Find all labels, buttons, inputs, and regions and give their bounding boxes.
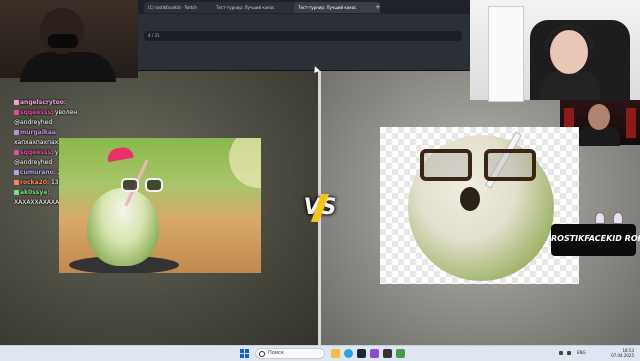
- chat-text: уволен: [54, 109, 78, 116]
- address-bar[interactable]: 4 / 31: [144, 31, 462, 41]
- chat-colon: :: [47, 189, 50, 196]
- browser-window: (1) rostikfacekid - Twitch Тест-турнир: …: [138, 0, 470, 71]
- chat-message: sqqeesss: уволен: [14, 108, 154, 118]
- chat-badge-icon: [14, 190, 19, 195]
- tab-coconut-1[interactable]: Тест-турнир: Лучший кокос: [212, 2, 298, 13]
- tab-label: Тест-турнир: Лучший кокос: [216, 5, 275, 10]
- chat-colon: :: [55, 129, 59, 136]
- chat-username[interactable]: murgalkaa: [20, 129, 56, 136]
- chat-message: murgalkaa:: [14, 128, 154, 138]
- chat-username[interactable]: sqqeesss: [20, 109, 51, 116]
- chat-badge-icon: [14, 100, 19, 105]
- chat-badge-icon: [14, 180, 19, 185]
- chat-username[interactable]: rocka20: [20, 179, 47, 186]
- chat-username[interactable]: sqqeesss: [20, 149, 51, 156]
- glasses-icon: [420, 149, 540, 181]
- left-image-sun: [229, 138, 261, 188]
- chat-message: angelscrytoo:: [14, 98, 154, 108]
- windows-start-icon[interactable]: [240, 349, 249, 358]
- tab-coconut-2[interactable]: Тест-турнир: Лучший кокос: [294, 2, 380, 13]
- chat-badge-icon: [14, 150, 19, 155]
- chat-username[interactable]: ak0ssya: [20, 189, 47, 196]
- left-image-lens: [145, 178, 163, 192]
- system-tray: ENG 18:53 07.04.2025: [555, 346, 640, 361]
- clock-date: 07.04.2025: [611, 353, 634, 358]
- left-image-coconut: [87, 188, 159, 266]
- webcam-right-shirt: [540, 72, 600, 100]
- left-image-lens: [121, 178, 139, 192]
- tab-twitch[interactable]: (1) rostikfacekid - Twitch: [144, 2, 214, 13]
- webcam-left-mask: [48, 34, 78, 48]
- chat-text: @andreyhed: [14, 119, 53, 126]
- avatar: [595, 212, 605, 224]
- search-placeholder: Поиск: [268, 350, 284, 356]
- badge-avatars: [591, 212, 631, 224]
- right-coconut-image[interactable]: [380, 127, 579, 284]
- browser-icon[interactable]: [344, 349, 353, 358]
- umbrella-icon: [106, 145, 134, 163]
- chat-badge-icon: [14, 130, 19, 135]
- chat-text: @andreyhed: [14, 159, 53, 166]
- language-indicator[interactable]: ENG: [577, 350, 586, 355]
- right-image-lens: [484, 149, 536, 181]
- versus-label: VS: [298, 192, 342, 224]
- taskbar-search[interactable]: Поиск: [255, 348, 325, 359]
- right-image-lens: [420, 149, 472, 181]
- chat-badge-icon: [14, 110, 19, 115]
- new-tab-button[interactable]: +: [375, 2, 381, 13]
- right-image-mouth: [460, 187, 480, 211]
- app-icon[interactable]: [396, 349, 405, 358]
- webcam-left: [0, 0, 138, 82]
- webcam-small-person: [588, 104, 610, 130]
- webcam-left-body: [20, 52, 116, 82]
- chat-colon: :: [63, 99, 66, 106]
- tab-label: (1) rostikfacekid - Twitch: [148, 5, 197, 10]
- webcam-right: [470, 0, 640, 102]
- file-explorer-icon[interactable]: [331, 349, 340, 358]
- chat-badge-icon: [14, 170, 19, 175]
- chevron-up-icon[interactable]: [559, 351, 563, 355]
- network-icon[interactable]: [567, 351, 571, 355]
- tab-bar: (1) rostikfacekid - Twitch Тест-турнир: …: [138, 0, 470, 14]
- webcam-right-door: [488, 6, 524, 102]
- avatar: [613, 212, 623, 224]
- taskbar: Поиск ENG 18:53 07.04.2025: [0, 345, 640, 361]
- chat-username[interactable]: angelscrytoo: [20, 99, 64, 106]
- webcam-small-light-right: [626, 108, 636, 138]
- left-coconut-image[interactable]: [59, 138, 261, 273]
- streamer-badge: ROSTIKFACEKID ROFLS: [551, 212, 640, 256]
- chat-username[interactable]: cumurano: [20, 169, 54, 176]
- clock[interactable]: 18:53 07.04.2025: [611, 348, 634, 358]
- sunglasses-icon: [121, 178, 167, 192]
- tab-label: Тест-турнир: Лучший кокос: [298, 5, 357, 10]
- chat-message: @andreyhed: [14, 118, 154, 128]
- streamer-badge-label: ROSTIKFACEKID ROFLS: [551, 234, 640, 243]
- steam-icon[interactable]: [357, 349, 366, 358]
- twitch-icon[interactable]: [370, 349, 379, 358]
- obs-icon[interactable]: [383, 349, 392, 358]
- search-icon: [259, 351, 265, 357]
